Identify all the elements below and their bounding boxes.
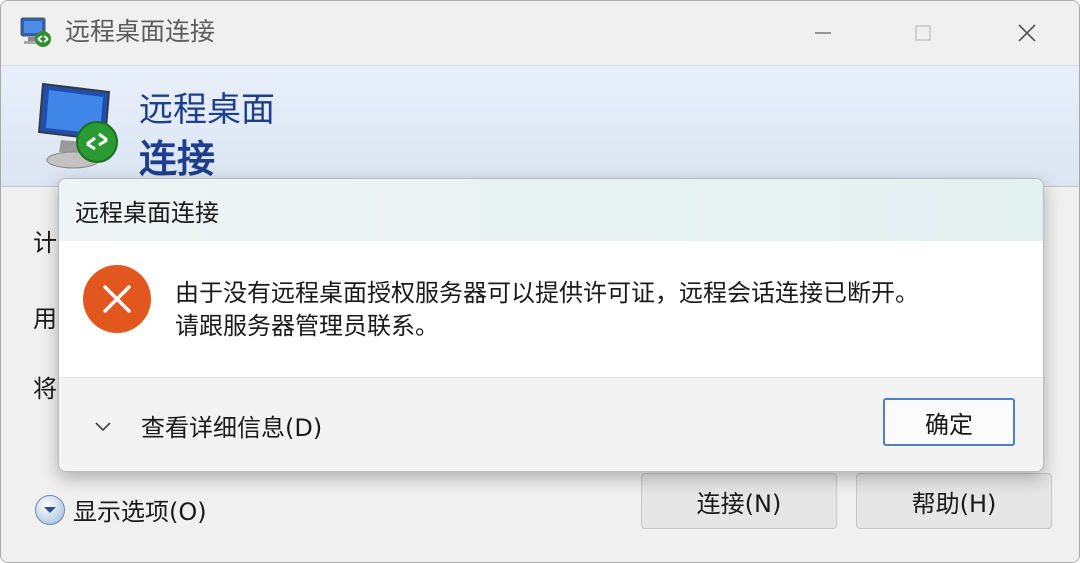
remote-desktop-app-icon: [20, 17, 51, 47]
chevron-down-icon[interactable]: [93, 416, 113, 436]
show-details-toggle[interactable]: 查看详细信息(D): [141, 408, 322, 443]
maximize-button[interactable]: [893, 11, 953, 55]
connect-button[interactable]: 连接(N): [641, 473, 837, 529]
help-button[interactable]: 帮助(H): [856, 473, 1052, 529]
header-banner: 远程桌面 连接: [1, 65, 1079, 186]
error-icon: [83, 265, 151, 333]
title-bar[interactable]: 远程桌面连接: [1, 1, 1079, 65]
dialog-title: 远程桌面连接: [75, 199, 219, 227]
ok-button[interactable]: 确定: [883, 398, 1015, 446]
show-options-toggle[interactable]: 显示选项(O): [35, 492, 207, 527]
minimize-button[interactable]: [793, 11, 853, 55]
error-dialog: 远程桌面连接 由于没有远程桌面授权服务器可以提供许可证，远程会话连接已断开。 请…: [58, 178, 1044, 472]
close-button[interactable]: [997, 11, 1057, 55]
show-options-label: 显示选项(O): [73, 498, 207, 526]
saved-credentials-label: 将: [33, 375, 57, 403]
computer-label: 计: [33, 229, 57, 257]
close-icon: [1018, 24, 1036, 42]
monitor-connection-icon: [37, 82, 118, 169]
maximize-icon: [915, 25, 931, 41]
dialog-footer: 查看详细信息(D) 确定: [59, 377, 1043, 471]
dialog-message: 由于没有远程桌面授权服务器可以提供许可证，远程会话连接已断开。 请跟服务器管理员…: [175, 277, 919, 343]
username-label: 用: [33, 305, 57, 333]
dialog-message-area: 由于没有远程桌面授权服务器可以提供许可证，远程会话连接已断开。 请跟服务器管理员…: [59, 241, 1043, 377]
dialog-title-bar[interactable]: 远程桌面连接: [59, 179, 1043, 241]
minimize-icon: [815, 32, 831, 34]
message-line-2: 请跟服务器管理员联系。: [175, 312, 439, 340]
banner-title: 远程桌面: [139, 90, 275, 130]
banner-subtitle: 连接: [139, 137, 216, 181]
window-title: 远程桌面连接: [65, 17, 216, 46]
message-line-1: 由于没有远程桌面授权服务器可以提供许可证，远程会话连接已断开。: [175, 279, 919, 307]
expand-options-icon: [35, 494, 65, 525]
